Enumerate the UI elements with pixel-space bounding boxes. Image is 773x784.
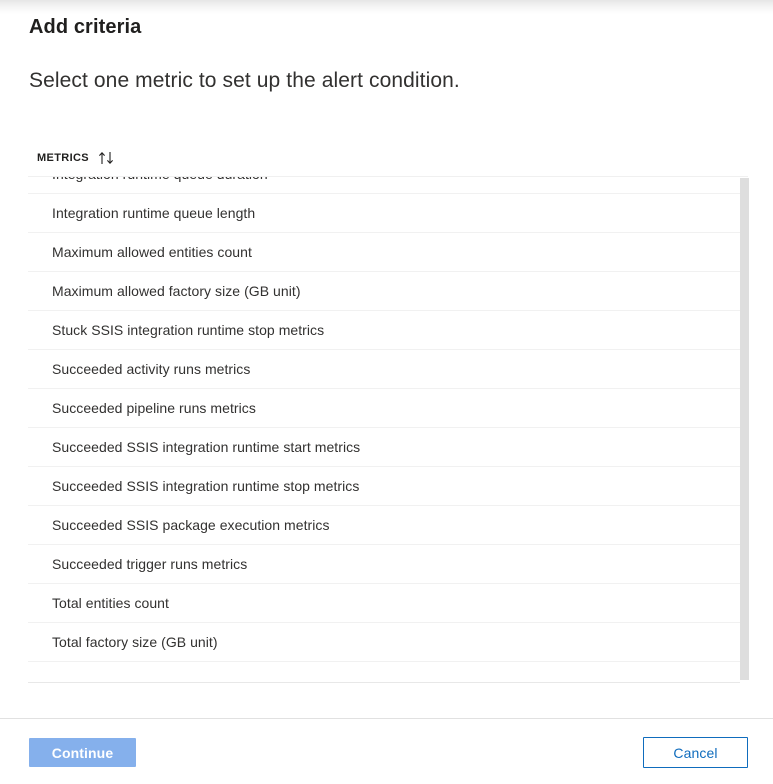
metric-list-item-label: Succeeded pipeline runs metrics <box>52 400 256 416</box>
metric-list-item[interactable]: Succeeded SSIS integration runtime start… <box>28 428 748 467</box>
metric-list-item-label: Maximum allowed factory size (GB unit) <box>52 283 301 299</box>
metric-list-item-label: Succeeded SSIS package execution metrics <box>52 517 330 533</box>
cancel-button[interactable]: Cancel <box>643 737 748 768</box>
metric-list-item-label: Succeeded SSIS integration runtime stop … <box>52 478 360 494</box>
metric-list-item-label: Stuck SSIS integration runtime stop metr… <box>52 322 325 338</box>
blade-top-gradient <box>0 0 773 14</box>
metric-list-item[interactable]: Succeeded pipeline runs metrics <box>28 389 748 428</box>
metric-list-item-label: Maximum allowed entities count <box>52 244 252 260</box>
metric-list-item[interactable]: Total entities count <box>28 584 748 623</box>
continue-button[interactable]: Continue <box>29 738 136 767</box>
metric-list-item-label: Succeeded activity runs metrics <box>52 361 251 377</box>
metric-list-item-label: Integration runtime queue length <box>52 205 256 221</box>
metrics-column-header-label: METRICS <box>37 152 89 164</box>
metric-list-item-label: Total factory size (GB unit) <box>52 634 218 650</box>
footer-divider <box>0 718 773 719</box>
metric-list-item[interactable]: Succeeded SSIS package execution metrics <box>28 506 748 545</box>
add-criteria-blade: Add criteria Select one metric to set up… <box>0 0 773 784</box>
metric-list-item[interactable]: Integration runtime queue length <box>28 194 748 233</box>
metric-list-item-label: Succeeded trigger runs metrics <box>52 556 248 572</box>
metric-list-item[interactable]: Total factory size (GB unit) <box>28 623 748 662</box>
metric-list-item-label: Integration runtime queue duration <box>52 177 268 182</box>
metric-list-item[interactable]: Succeeded activity runs metrics <box>28 350 748 389</box>
sort-ascending-descending-icon[interactable] <box>98 151 118 165</box>
metric-list-item[interactable]: Succeeded SSIS integration runtime stop … <box>28 467 748 506</box>
metric-list-item[interactable]: Stuck SSIS integration runtime stop metr… <box>28 311 748 350</box>
metric-list-item-label: Total entities count <box>52 595 169 611</box>
page-title: Add criteria <box>29 16 142 38</box>
metric-list-item[interactable]: Maximum allowed entities count <box>28 233 748 272</box>
metric-list-item[interactable]: Succeeded trigger runs metrics <box>28 545 748 584</box>
metrics-list-inner: Integration runtime queue duration Integr… <box>28 177 748 662</box>
metrics-list-scrollbar-thumb[interactable] <box>740 178 749 680</box>
metrics-column-header[interactable]: METRICS <box>37 149 118 167</box>
metric-list-item-label: Succeeded SSIS integration runtime start… <box>52 439 361 455</box>
page-subtitle: Select one metric to set up the alert co… <box>29 69 460 92</box>
metric-list-item[interactable]: Maximum allowed factory size (GB unit) <box>28 272 748 311</box>
metric-list-item[interactable]: Integration runtime queue duration <box>28 177 748 194</box>
metrics-list[interactable]: Integration runtime queue duration Integr… <box>28 176 748 683</box>
